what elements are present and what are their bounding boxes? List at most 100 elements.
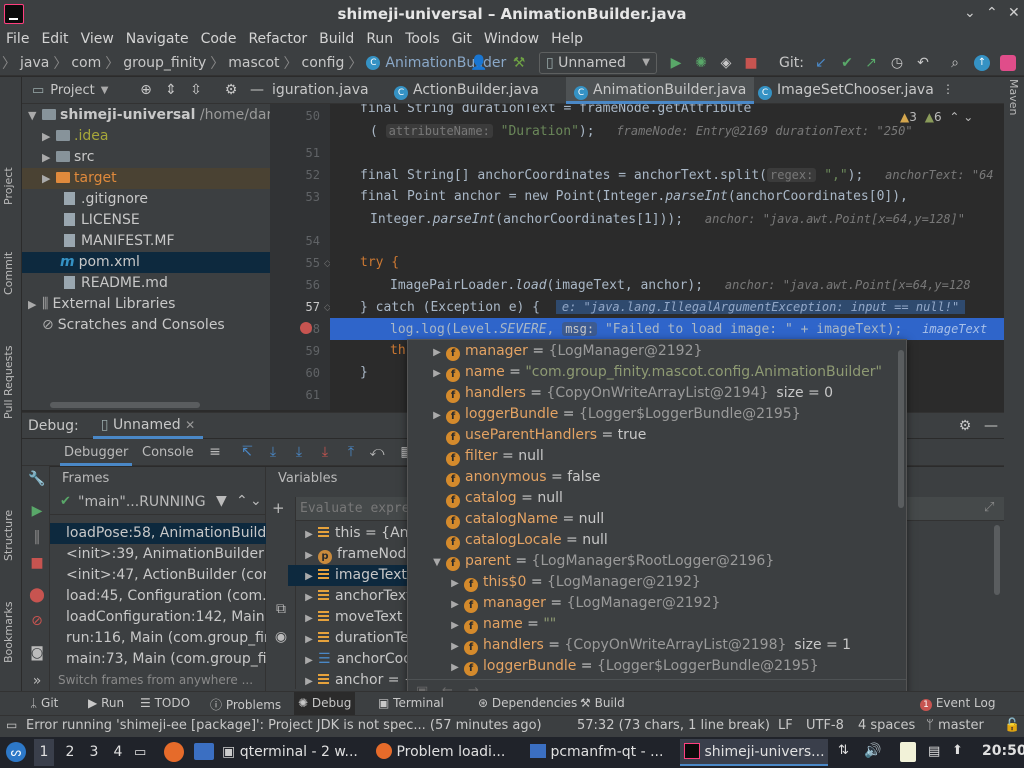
tree-item-gitignore[interactable]: .gitignore xyxy=(64,189,148,210)
frame-item[interactable]: <init>:39, AnimationBuilder (c xyxy=(66,544,282,565)
tree-item-external-libraries[interactable]: ▶ ⫼ External Libraries xyxy=(28,294,175,315)
menu-edit[interactable]: Edit xyxy=(41,31,68,47)
chevron-down-icon[interactable]: ⌄ xyxy=(250,493,262,509)
show-desktop-icon[interactable]: ▭ xyxy=(134,745,146,760)
jetbrains-icon[interactable] xyxy=(1000,54,1016,71)
update-icon[interactable]: ↑ xyxy=(974,54,990,71)
network-manager-icon[interactable]: ▤ xyxy=(928,744,940,759)
popup-field-row[interactable]: ▶ f name = "com.group_finity.mascot.config… xyxy=(428,362,882,383)
popup-field-row[interactable]: f handlers = {CopyOnWriteArrayList@2194} s… xyxy=(428,383,833,404)
popup-field-row[interactable]: f catalog = null xyxy=(428,488,563,509)
collapse-all-icon[interactable]: ⇕ xyxy=(162,82,180,98)
wrench-icon[interactable]: 🔧 xyxy=(28,471,46,487)
popup-field-row[interactable]: f useParentHandlers = true xyxy=(428,425,646,446)
stop-icon[interactable]: ■ xyxy=(28,555,46,571)
menu-help[interactable]: Help xyxy=(551,31,583,47)
force-step-into-icon[interactable]: ⤓ xyxy=(316,444,334,460)
maven-tool-label[interactable]: Maven xyxy=(1007,79,1020,115)
frame-item[interactable]: loadPose:58, AnimationBuilder xyxy=(50,523,281,544)
tab-imagesetchooser[interactable]: C ImageSetChooser.java xyxy=(758,77,934,104)
menu-code[interactable]: Code xyxy=(201,31,237,47)
step-into-icon[interactable]: ⤓ xyxy=(290,444,308,460)
more-icon[interactable]: » xyxy=(28,673,46,689)
firefox-icon[interactable] xyxy=(164,742,184,762)
network-icon[interactable]: ⇅ xyxy=(838,743,849,758)
project-panel-title[interactable]: Project xyxy=(50,83,94,98)
menu-refactor[interactable]: Refactor xyxy=(248,31,307,47)
volume-icon[interactable]: 🔊 xyxy=(864,743,881,759)
user-icon[interactable]: 👤 xyxy=(470,55,488,71)
lock-icon[interactable]: 🔓 xyxy=(1004,718,1020,733)
variable-inspector-popup[interactable]: ▶ f manager = {LogManager@2192} ▶ f name = "c… xyxy=(407,339,907,706)
show-execution-point-icon[interactable]: ↸ xyxy=(238,444,256,460)
menu-git[interactable]: Git xyxy=(452,31,472,47)
start-menu-icon[interactable]: ᔕ xyxy=(6,742,26,762)
menu-build[interactable]: Build xyxy=(319,31,354,47)
popup-field-row[interactable]: ▶ f manager = {LogManager@2192} xyxy=(446,593,720,614)
debug-bug-icon[interactable]: ✺ xyxy=(692,55,710,71)
popup-field-row[interactable]: f catalogName = null xyxy=(428,509,604,530)
horizontal-scrollbar[interactable] xyxy=(50,402,200,408)
tool-build[interactable]: ⚒ Build xyxy=(580,696,625,710)
breadcrumb-java[interactable]: java xyxy=(20,55,49,71)
indent-setting[interactable]: 4 spaces xyxy=(858,718,915,733)
search-icon[interactable]: ⌕ xyxy=(946,55,964,71)
inspection-widget[interactable]: ▲3 ▲6 ⌃ ⌄ xyxy=(900,110,973,124)
popup-field-row[interactable]: ▼ f parent = {LogManager$RootLogger@2196} xyxy=(428,551,774,572)
commit-tool-label[interactable]: Commit xyxy=(2,252,15,295)
copy-icon[interactable]: ⧉ xyxy=(272,601,290,617)
drop-frame-icon[interactable]: ⤺ xyxy=(368,444,386,460)
close-button[interactable]: ✕ xyxy=(1008,5,1020,21)
tree-item-license[interactable]: LICENSE xyxy=(64,210,140,231)
breakpoint-icon[interactable] xyxy=(300,322,312,334)
thread-selector[interactable]: ✔ "main"...RUNNING ▼ ⌃ ⌄ xyxy=(50,491,266,515)
menu-view[interactable]: View xyxy=(81,31,114,47)
frame-item[interactable]: loadConfiguration:142, Main (c xyxy=(66,607,282,628)
resume-icon[interactable]: ▶ xyxy=(28,503,46,519)
view-breakpoints-icon[interactable]: ⬤ xyxy=(28,587,46,603)
expand-icon[interactable]: ⤢ xyxy=(984,500,994,515)
tree-item-readme[interactable]: README.md xyxy=(64,273,168,294)
git-branch[interactable]: ᛘ master xyxy=(926,718,984,733)
menu-file[interactable]: File xyxy=(6,31,29,47)
debug-session-tab[interactable]: ▯ Unnamed ✕ xyxy=(92,413,204,439)
gear-icon[interactable]: ⚙ xyxy=(956,418,974,434)
variable-row[interactable]: ▶ moveText xyxy=(300,607,402,628)
workspace-1[interactable]: 1 xyxy=(34,739,54,766)
eye-icon[interactable]: ◉ xyxy=(272,629,290,645)
tool-problems[interactable]: ⓘ Problems xyxy=(210,696,281,713)
tool-run[interactable]: ▶ Run xyxy=(88,696,124,710)
frame-item[interactable]: main:73, Main (com.group_finit xyxy=(66,649,285,670)
tree-item-manifest[interactable]: MANIFEST.MF xyxy=(64,231,175,252)
tool-event-log[interactable]: 1 Event Log xyxy=(920,696,995,711)
frame-item[interactable]: load:45, Configuration (com.gr xyxy=(66,586,281,607)
task-intellij[interactable]: shimeji-univers... xyxy=(680,739,828,766)
chevron-down-icon[interactable]: ▼ xyxy=(101,85,109,96)
tool-dependencies[interactable]: ⊛ Dependencies xyxy=(478,696,577,710)
clipboard-icon[interactable] xyxy=(900,742,916,762)
breadcrumb-mascot[interactable]: mascot xyxy=(228,55,279,71)
breadcrumb-com[interactable]: com xyxy=(71,55,101,71)
popup-field-row[interactable]: ▶ f manager = {LogManager@2192} xyxy=(428,341,702,362)
variable-row[interactable]: ▶ anchor = { xyxy=(300,670,413,691)
menu-run[interactable]: Run xyxy=(366,31,393,47)
tool-git[interactable]: ᛦ Git xyxy=(30,696,58,710)
tab-actionbuilder[interactable]: C ActionBuilder.java xyxy=(394,77,582,104)
breadcrumb-config[interactable]: config xyxy=(302,55,345,71)
variable-row[interactable]: ▶ p frameNode xyxy=(300,544,415,565)
menu-window[interactable]: Window xyxy=(484,31,539,47)
menu-tools[interactable]: Tools xyxy=(405,31,440,47)
popup-field-row[interactable]: f catalogLocale = null xyxy=(428,530,608,551)
workspace-4[interactable]: 4 xyxy=(108,739,128,766)
workspace-2[interactable]: 2 xyxy=(60,739,80,766)
task-pcmanfm[interactable]: pcmanfm-qt - ... xyxy=(530,739,670,766)
task-firefox[interactable]: Problem loadi... xyxy=(376,739,524,766)
variable-row[interactable]: ▶ durationTe xyxy=(300,628,409,649)
frame-item[interactable]: <init>:47, ActionBuilder (com xyxy=(66,565,276,586)
step-out-icon[interactable]: ⤒ xyxy=(342,444,360,460)
filter-icon[interactable]: ▼ xyxy=(216,493,227,509)
tree-item-root[interactable]: ▼ shimeji-universal /home/dartz xyxy=(28,105,285,126)
pause-icon[interactable]: ‖ xyxy=(28,529,46,545)
clock[interactable]: 20:50 xyxy=(982,743,1024,759)
hide-icon[interactable]: — xyxy=(248,82,266,98)
